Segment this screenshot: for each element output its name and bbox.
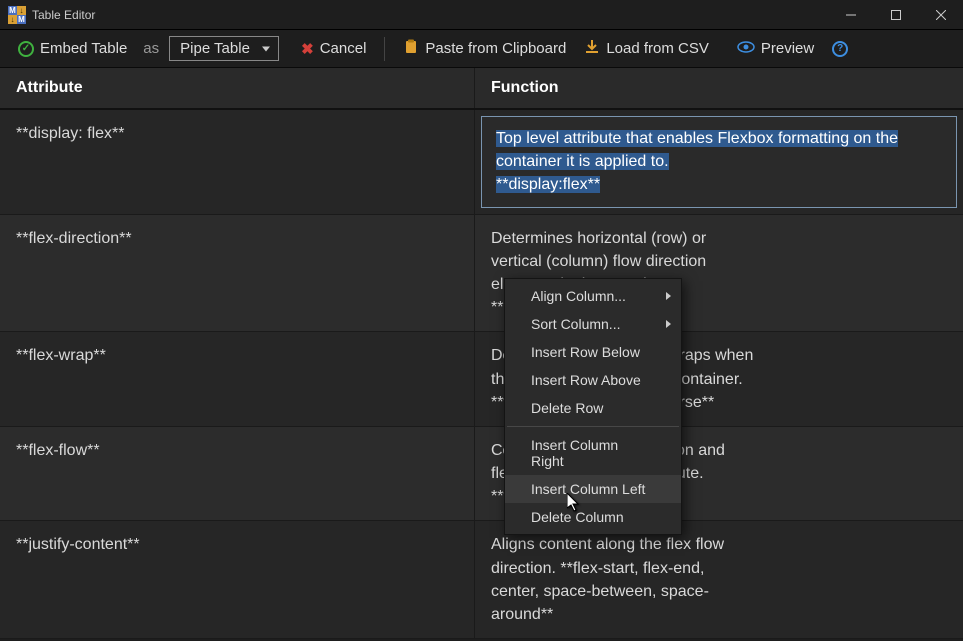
ctx-insert-column-left[interactable]: Insert Column Left xyxy=(505,475,681,503)
as-label: as xyxy=(143,40,159,57)
maximize-button[interactable] xyxy=(873,0,918,30)
app-icon: M ↓ ↓ M xyxy=(8,6,26,24)
ctx-insert-column-right[interactable]: Insert Column Right xyxy=(505,431,681,475)
titlebar: M ↓ ↓ M Table Editor xyxy=(0,0,963,30)
cell-function-editing[interactable]: Top level attribute that enables Flexbox… xyxy=(475,110,963,214)
ctx-sort-column[interactable]: Sort Column... xyxy=(505,310,681,338)
load-csv-button[interactable]: Load from CSV xyxy=(578,35,715,63)
selected-text-tail: **display:flex** xyxy=(496,176,600,193)
window-title: Table Editor xyxy=(32,8,828,22)
table-row: **display: flex** Top level attribute th… xyxy=(0,110,963,215)
selected-text: Top level attribute that enables Flexbox… xyxy=(496,130,898,170)
table-body: **display: flex** Top level attribute th… xyxy=(0,110,963,639)
cell-attribute[interactable]: **display: flex** xyxy=(0,110,475,214)
separator xyxy=(384,37,385,61)
cell-attribute[interactable]: **justify-content** xyxy=(0,521,475,638)
column-header-function[interactable]: Function xyxy=(475,68,963,108)
context-menu: Align Column... Sort Column... Insert Ro… xyxy=(504,278,682,535)
embed-table-button[interactable]: ✓ Embed Table xyxy=(12,36,133,61)
download-icon xyxy=(584,39,600,59)
eye-icon xyxy=(737,38,755,60)
embed-label: Embed Table xyxy=(40,40,127,57)
ctx-insert-row-below[interactable]: Insert Row Below xyxy=(505,338,681,366)
cancel-label: Cancel xyxy=(320,40,367,57)
toolbar: ✓ Embed Table as Pipe Table ✖ Cancel Pas… xyxy=(0,30,963,68)
cell-editor[interactable]: Top level attribute that enables Flexbox… xyxy=(481,116,957,208)
table-row: **flex-wrap** Determines how content wra… xyxy=(0,332,963,427)
paste-label: Paste from Clipboard xyxy=(425,40,566,57)
cell-function[interactable]: Aligns content along the flex flow direc… xyxy=(475,521,765,638)
table-row: **flex-direction** Determines horizontal… xyxy=(0,215,963,333)
ctx-insert-row-above[interactable]: Insert Row Above xyxy=(505,366,681,394)
ctx-align-column[interactable]: Align Column... xyxy=(505,282,681,310)
csv-label: Load from CSV xyxy=(606,40,709,57)
help-icon: ? xyxy=(832,41,848,57)
ctx-delete-row[interactable]: Delete Row xyxy=(505,394,681,422)
table-row: **flex-flow** Combination of flex-direct… xyxy=(0,427,963,522)
preview-button[interactable]: Preview xyxy=(731,34,820,64)
cell-attribute[interactable]: **flex-flow** xyxy=(0,427,475,521)
help-button[interactable]: ? xyxy=(826,37,854,61)
table-mode-value: Pipe Table xyxy=(180,40,250,57)
column-header-attribute[interactable]: Attribute xyxy=(0,68,475,108)
ctx-delete-column[interactable]: Delete Column xyxy=(505,503,681,531)
cell-attribute[interactable]: **flex-direction** xyxy=(0,215,475,332)
preview-label: Preview xyxy=(761,40,814,57)
table-editor: Attribute Function **display: flex** Top… xyxy=(0,68,963,641)
minimize-button[interactable] xyxy=(828,0,873,30)
table-header-row: Attribute Function xyxy=(0,68,963,110)
table-mode-select[interactable]: Pipe Table xyxy=(169,36,279,61)
ctx-separator xyxy=(507,426,679,427)
clipboard-icon xyxy=(403,39,419,59)
close-button[interactable] xyxy=(918,0,963,30)
check-icon: ✓ xyxy=(18,41,34,57)
cancel-button[interactable]: ✖ Cancel xyxy=(295,36,372,62)
paste-button[interactable]: Paste from Clipboard xyxy=(397,35,572,63)
cell-attribute[interactable]: **flex-wrap** xyxy=(0,332,475,426)
table-row: **justify-content** Aligns content along… xyxy=(0,521,963,639)
cancel-icon: ✖ xyxy=(301,40,314,58)
